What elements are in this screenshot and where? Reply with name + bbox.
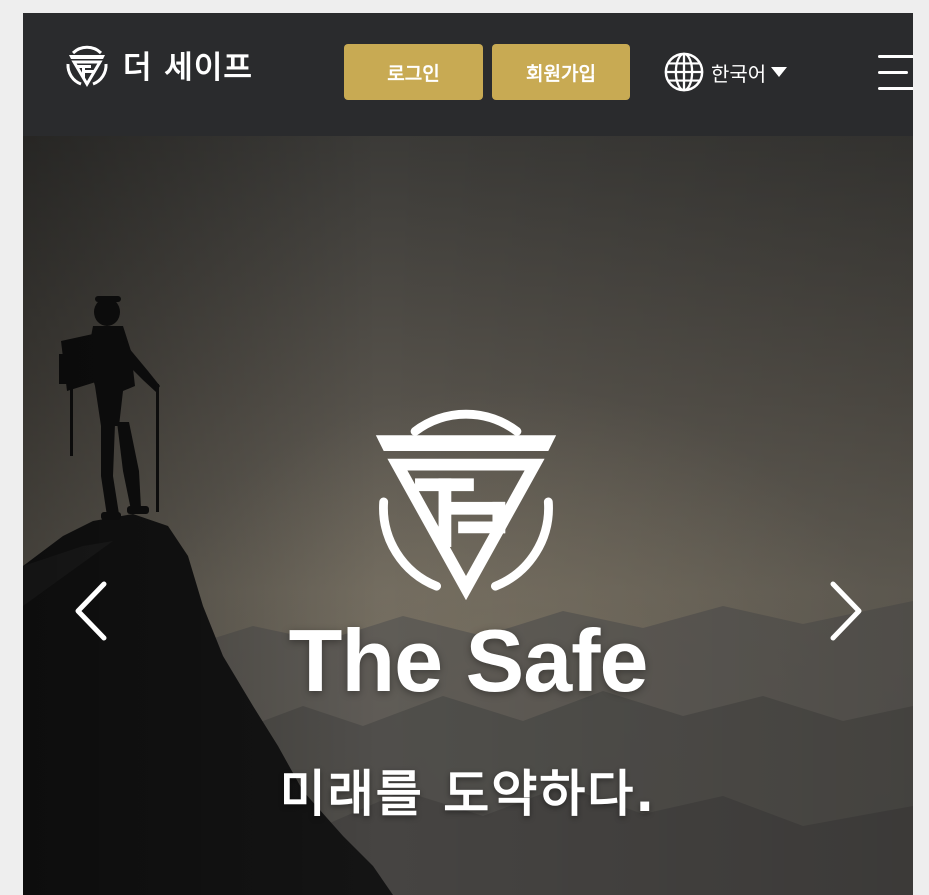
the-safe-ts-logo-icon <box>375 409 557 600</box>
chevron-right-icon <box>830 581 862 641</box>
language-label: 한국어 <box>711 61 767 86</box>
brand-name: 더 세이프 <box>123 49 253 86</box>
top-navbar: 더 세이프 로그인 회원가입 한국어 <box>23 13 913 136</box>
hero-title: The Safe <box>288 611 649 710</box>
chevron-left-icon <box>75 581 107 641</box>
page-frame: 더 세이프 로그인 회원가입 한국어 The Safe 미래를 도약하다. <box>23 13 913 895</box>
carousel-prev-button[interactable] <box>66 576 116 646</box>
hamburger-line <box>878 71 908 74</box>
language-selector[interactable]: 한국어 <box>663 50 788 94</box>
brand-home-link[interactable]: 더 세이프 <box>61 39 253 89</box>
hero-slider: The Safe 미래를 도약하다. <box>23 136 913 895</box>
hero-subtitle: 미래를 도약하다. <box>279 765 657 823</box>
carousel-next-button[interactable] <box>821 576 871 646</box>
globe-icon <box>664 52 704 92</box>
hamburger-line <box>878 55 913 58</box>
hamburger-menu-icon[interactable] <box>878 55 913 91</box>
hamburger-line <box>878 87 913 90</box>
brand-logo-icon <box>66 45 108 87</box>
caret-down-icon <box>771 67 788 77</box>
signup-button[interactable]: 회원가입 <box>492 44 630 100</box>
login-button[interactable]: 로그인 <box>344 44 483 100</box>
